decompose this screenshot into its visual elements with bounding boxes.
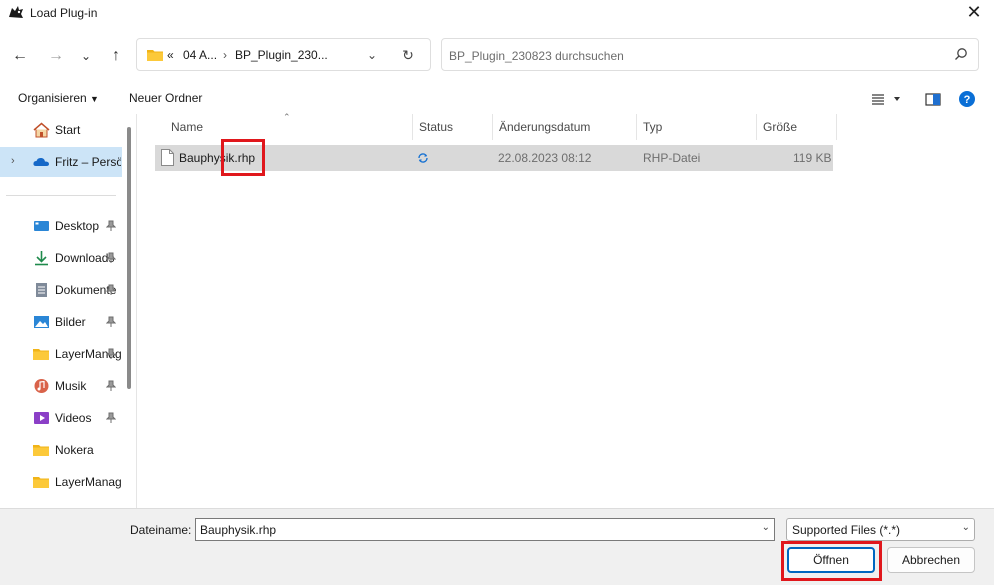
- file-size: 119 KB: [793, 151, 832, 165]
- arrow-left-icon[interactable]: ←: [8, 44, 32, 68]
- home-icon: [33, 122, 50, 138]
- cancel-button[interactable]: Abbrechen: [887, 547, 975, 573]
- sidebar-item-onedrive[interactable]: › Fritz – Persönlich: [0, 147, 122, 177]
- sidebar-item-videos[interactable]: Videos: [0, 403, 122, 433]
- folder-icon: [33, 474, 50, 490]
- window-title: Load Plug-in: [30, 6, 98, 20]
- search-input[interactable]: BP_Plugin_230823 durchsuchen: [449, 49, 624, 63]
- navigation-bar: ← → ⌄ ↑ « 04 A... › BP_Plugin_230... ⌄ ↻…: [0, 26, 994, 86]
- column-divider[interactable]: [636, 114, 637, 140]
- title-bar: Load Plug-in ✕: [0, 0, 994, 26]
- music-icon: [33, 378, 50, 394]
- pin-icon[interactable]: [105, 284, 117, 296]
- breadcrumb-overflow[interactable]: «: [167, 48, 174, 62]
- annotation-highlight: [781, 541, 882, 581]
- new-folder-button[interactable]: Neuer Ordner: [129, 91, 202, 105]
- sidebar-item-label: Fritz – Persönlich: [55, 155, 121, 169]
- chevron-down-icon[interactable]: ⌄: [361, 44, 383, 66]
- chevron-down-icon[interactable]: ⌄: [762, 522, 770, 533]
- breadcrumb-item[interactable]: BP_Plugin_230...: [235, 48, 328, 62]
- sidebar-item-label: Nokera: [55, 443, 94, 457]
- sidebar-item-music[interactable]: Musik: [0, 371, 122, 401]
- file-list: ⌃ Name Status Änderungsdatum Typ Größe B…: [137, 112, 994, 508]
- chevron-down-icon[interactable]: ⌄: [74, 44, 98, 68]
- search-icon[interactable]: [952, 46, 970, 64]
- command-bar: Organisieren ▼ Neuer Ordner ?: [0, 86, 994, 112]
- sidebar-item-layermanager-2[interactable]: LayerManager: [0, 467, 122, 497]
- help-icon[interactable]: ?: [958, 90, 978, 108]
- breadcrumb-item[interactable]: 04 A...: [183, 48, 217, 62]
- video-icon: [33, 410, 50, 426]
- folder-icon: [33, 346, 50, 362]
- folder-icon: [33, 442, 50, 458]
- search-box[interactable]: BP_Plugin_230823 durchsuchen: [441, 38, 979, 71]
- chevron-right-icon[interactable]: ›: [11, 155, 15, 167]
- sidebar-divider: [6, 195, 116, 196]
- breadcrumb-separator: ›: [223, 48, 227, 62]
- address-bar[interactable]: « 04 A... › BP_Plugin_230... ⌄ ↻: [136, 38, 431, 71]
- pin-icon[interactable]: [105, 252, 117, 264]
- refresh-icon[interactable]: ↻: [397, 44, 419, 66]
- filename-label: Dateiname:: [130, 523, 192, 537]
- arrow-right-icon[interactable]: →: [44, 44, 68, 68]
- sidebar-scrollbar[interactable]: [127, 127, 131, 389]
- pictures-icon: [33, 314, 50, 330]
- sidebar-item-pictures[interactable]: Bilder: [0, 307, 122, 337]
- list-view-icon[interactable]: [870, 90, 900, 108]
- column-divider[interactable]: [412, 114, 413, 140]
- pin-icon[interactable]: [105, 412, 117, 424]
- column-divider[interactable]: [756, 114, 757, 140]
- file-modified: 22.08.2023 08:12: [498, 151, 592, 165]
- column-header-type[interactable]: Typ: [643, 120, 662, 134]
- desktop-icon: [33, 218, 50, 234]
- navigation-pane: Start › Fritz – Persönlich Desktop Downl…: [0, 114, 134, 508]
- organize-button[interactable]: Organisieren ▼: [18, 91, 99, 105]
- sidebar-item-nokera[interactable]: Nokera: [0, 435, 122, 465]
- sync-icon: [417, 152, 429, 164]
- sidebar-item-desktop[interactable]: Desktop: [0, 211, 122, 241]
- sidebar-item-downloads[interactable]: Downloads: [0, 243, 122, 273]
- sidebar-item-label: LayerManager: [55, 475, 121, 489]
- svg-text:?: ?: [964, 94, 971, 106]
- column-header-name[interactable]: Name: [171, 120, 203, 134]
- caret-down-icon: ▼: [90, 94, 99, 104]
- organize-label: Organisieren: [18, 91, 87, 105]
- column-header-modified[interactable]: Änderungsdatum: [499, 120, 590, 134]
- pin-icon[interactable]: [105, 220, 117, 232]
- preview-pane-icon[interactable]: [924, 90, 944, 108]
- annotation-highlight: [221, 139, 265, 176]
- pin-icon[interactable]: [105, 348, 117, 360]
- column-header-status[interactable]: Status: [419, 120, 453, 134]
- filename-combobox[interactable]: Bauphysik.rhp ⌄: [195, 518, 775, 541]
- filter-value: Supported Files (*.*): [792, 523, 901, 537]
- onedrive-cloud-icon: [33, 154, 50, 170]
- chevron-down-icon[interactable]: ⌄: [962, 522, 970, 533]
- sidebar-item-label: Start: [55, 123, 81, 137]
- file-type: RHP-Datei: [643, 151, 701, 165]
- rhino-app-icon: [8, 5, 24, 19]
- sidebar-item-layermanager[interactable]: LayerManager: [0, 339, 122, 369]
- column-divider[interactable]: [492, 114, 493, 140]
- file-type-filter[interactable]: Supported Files (*.*) ⌄: [786, 518, 975, 541]
- filename-input[interactable]: Bauphysik.rhp: [200, 523, 276, 537]
- download-icon: [33, 250, 50, 266]
- close-icon[interactable]: ✕: [962, 1, 986, 25]
- folder-icon: [147, 48, 163, 61]
- pin-icon[interactable]: [105, 380, 117, 392]
- column-divider[interactable]: [836, 114, 837, 140]
- file-icon: [161, 149, 174, 166]
- document-icon: [33, 282, 50, 298]
- arrow-up-icon[interactable]: ↑: [104, 44, 128, 68]
- column-header-size[interactable]: Größe: [763, 120, 797, 134]
- pin-icon[interactable]: [105, 316, 117, 328]
- sidebar-item-start[interactable]: Start: [0, 115, 122, 145]
- sidebar-item-documents[interactable]: Dokumente: [0, 275, 122, 305]
- sort-ascending-icon: ⌃: [283, 112, 291, 122]
